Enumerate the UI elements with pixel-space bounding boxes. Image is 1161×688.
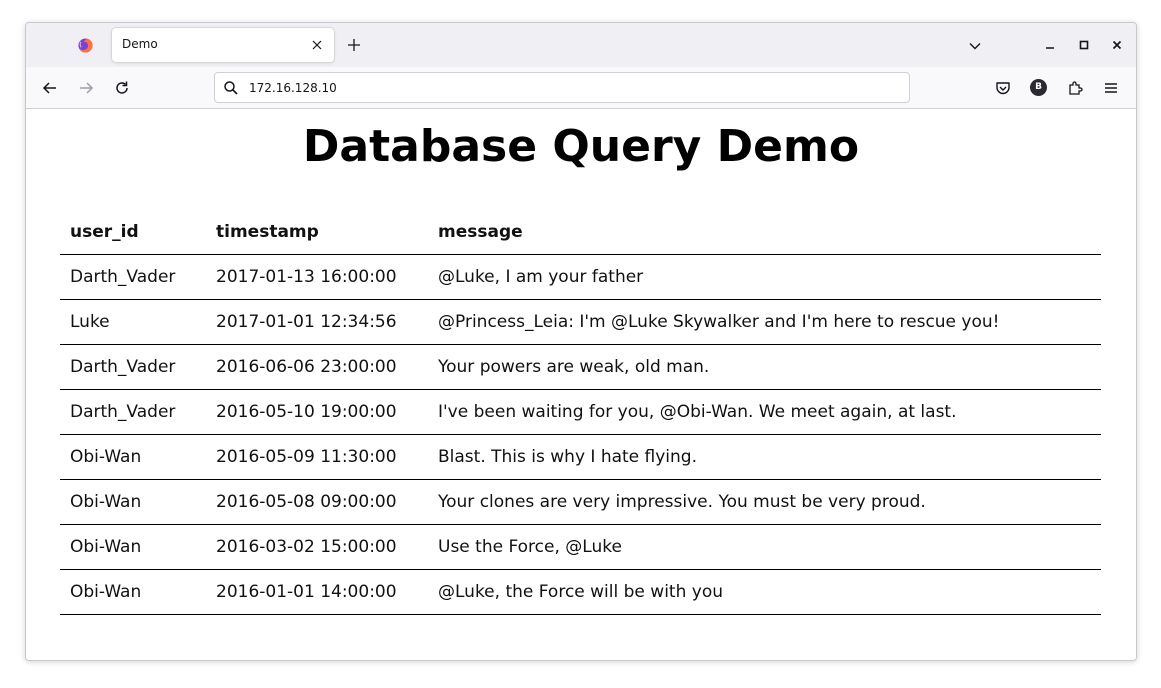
table-header-row: user_id timestamp message bbox=[60, 209, 1101, 255]
profile-avatar-icon[interactable]: B bbox=[1030, 79, 1047, 96]
plus-icon[interactable] bbox=[346, 37, 362, 53]
table-row: Obi-Wan 2016-05-08 09:00:00 Your clones … bbox=[60, 479, 1101, 525]
cell-message: Use the Force, @Luke bbox=[428, 524, 1101, 570]
table-row: Obi-Wan 2016-01-01 14:00:00 @Luke, the F… bbox=[60, 569, 1101, 615]
page-title: Database Query Demo bbox=[302, 121, 860, 172]
cell-message: @Princess_Leia: I'm @Luke Skywalker and … bbox=[428, 299, 1101, 345]
cell-timestamp: 2016-05-08 09:00:00 bbox=[206, 479, 428, 525]
minimize-icon[interactable] bbox=[1042, 37, 1058, 53]
column-header-user-id: user_id bbox=[60, 209, 206, 255]
table-row: Obi-Wan 2016-03-02 15:00:00 Use the Forc… bbox=[60, 524, 1101, 570]
column-header-message: message bbox=[428, 209, 1101, 255]
search-icon bbox=[224, 81, 238, 95]
cell-timestamp: 2016-03-02 15:00:00 bbox=[206, 524, 428, 570]
cell-message: Your clones are very impressive. You mus… bbox=[428, 479, 1101, 525]
table-row: Obi-Wan 2016-05-09 11:30:00 Blast. This … bbox=[60, 434, 1101, 480]
cell-timestamp: 2016-05-10 19:00:00 bbox=[206, 389, 428, 435]
column-header-timestamp: timestamp bbox=[206, 209, 428, 255]
results-table: user_id timestamp message Darth_Vader 20… bbox=[60, 209, 1101, 615]
forward-arrow-icon[interactable] bbox=[77, 79, 95, 97]
cell-user-id: Obi-Wan bbox=[60, 434, 206, 480]
cell-timestamp: 2016-06-06 23:00:00 bbox=[206, 344, 428, 390]
table-row: Darth_Vader 2017-01-13 16:00:00 @Luke, I… bbox=[60, 254, 1101, 300]
cell-user-id: Darth_Vader bbox=[60, 254, 206, 300]
close-window-icon[interactable] bbox=[1109, 37, 1125, 53]
back-arrow-icon[interactable] bbox=[41, 79, 59, 97]
reload-icon[interactable] bbox=[113, 79, 131, 97]
url-text[interactable]: 172.16.128.10 bbox=[249, 81, 337, 95]
cell-user-id: Obi-Wan bbox=[60, 569, 206, 615]
cell-timestamp: 2017-01-13 16:00:00 bbox=[206, 254, 428, 300]
cell-timestamp: 2016-01-01 14:00:00 bbox=[206, 569, 428, 615]
cell-message: I've been waiting for you, @Obi-Wan. We … bbox=[428, 389, 1101, 435]
chevron-down-icon[interactable] bbox=[967, 38, 983, 54]
maximize-icon[interactable] bbox=[1076, 37, 1092, 53]
browser-window: Demo 172.16.128.10 B Database Query Demo… bbox=[25, 22, 1137, 661]
cell-user-id: Obi-Wan bbox=[60, 524, 206, 570]
cell-message: Your powers are weak, old man. bbox=[428, 344, 1101, 390]
nav-bar: 172.16.128.10 B bbox=[26, 67, 1136, 109]
cell-user-id: Luke bbox=[60, 299, 206, 345]
cell-timestamp: 2017-01-01 12:34:56 bbox=[206, 299, 428, 345]
table-row: Luke 2017-01-01 12:34:56 @Princess_Leia:… bbox=[60, 299, 1101, 345]
cell-message: Blast. This is why I hate flying. bbox=[428, 434, 1101, 480]
cell-user-id: Darth_Vader bbox=[60, 389, 206, 435]
tab-strip: Demo bbox=[26, 23, 1136, 67]
hamburger-menu-icon[interactable] bbox=[1102, 79, 1120, 97]
table-row: Darth_Vader 2016-06-06 23:00:00 Your pow… bbox=[60, 344, 1101, 390]
table-row: Darth_Vader 2016-05-10 19:00:00 I've bee… bbox=[60, 389, 1101, 435]
cell-message: @Luke, the Force will be with you bbox=[428, 569, 1101, 615]
url-bar[interactable]: 172.16.128.10 bbox=[214, 72, 910, 103]
cell-user-id: Darth_Vader bbox=[60, 344, 206, 390]
cell-message: @Luke, I am your father bbox=[428, 254, 1101, 300]
tab-title: Demo bbox=[122, 37, 158, 51]
pocket-icon[interactable] bbox=[994, 79, 1012, 97]
close-icon[interactable] bbox=[309, 37, 325, 53]
cell-user-id: Obi-Wan bbox=[60, 479, 206, 525]
page-content: Database Query Demo user_id timestamp me… bbox=[26, 109, 1136, 660]
firefox-logo-icon[interactable] bbox=[78, 38, 93, 53]
tab-demo[interactable]: Demo bbox=[112, 28, 334, 62]
extensions-puzzle-icon[interactable] bbox=[1066, 79, 1084, 97]
cell-timestamp: 2016-05-09 11:30:00 bbox=[206, 434, 428, 480]
